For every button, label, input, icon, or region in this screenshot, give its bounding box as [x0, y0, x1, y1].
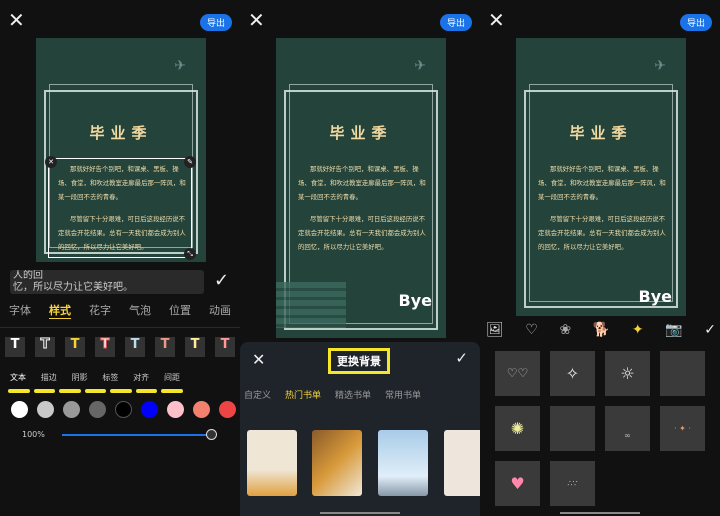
style-preset[interactable]: T: [125, 337, 145, 357]
style-preset[interactable]: T: [215, 337, 235, 357]
opacity-slider-handle[interactable]: [206, 429, 217, 440]
style-preset[interactable]: T: [155, 337, 175, 357]
opacity-slider[interactable]: [62, 434, 212, 436]
color-swatch[interactable]: [141, 401, 158, 418]
background-thumb[interactable]: [312, 430, 362, 496]
sticker-pink-hearts[interactable]: ♥: [495, 461, 540, 506]
sticker-screen: ✕ 导出 ✈ 毕业季 那就好好告个别吧，和课桌、黑板、操场、食堂，和吹过教室走廊…: [480, 0, 720, 516]
background-tabs: 自定义 热门书单 精选书单 常用书单: [244, 388, 421, 401]
resize-icon[interactable]: ⤡: [184, 248, 196, 260]
subtab-align[interactable]: 对齐: [133, 372, 149, 383]
style-preset[interactable]: T: [35, 337, 55, 357]
poster-para1: 那就好好告个别吧，和课桌、黑板、操场、食堂，和吹过教室走廊最后那一阵风，和某一段…: [538, 165, 666, 201]
delete-text-icon[interactable]: ✕: [45, 156, 57, 168]
tab-style[interactable]: 样式: [49, 302, 71, 319]
sticker-blank[interactable]: [660, 351, 705, 396]
sticker-hearts[interactable]: ♡♡: [495, 351, 540, 396]
close-icon[interactable]: ✕: [252, 350, 265, 369]
poster-title: 毕业季: [569, 124, 633, 142]
style-presets: T T T T T T T T: [5, 337, 235, 357]
subtab-text[interactable]: 文本: [10, 372, 26, 383]
sticker-rings[interactable]: ∞: [605, 406, 650, 451]
style-preset[interactable]: T: [95, 337, 115, 357]
text-selection-box[interactable]: [48, 158, 192, 258]
sticker-flare[interactable]: ✧: [550, 351, 595, 396]
subtab-shadow[interactable]: 阴影: [72, 372, 88, 383]
subtab-stroke[interactable]: 描边: [41, 372, 57, 383]
color-swatch[interactable]: [11, 401, 28, 418]
bye-sticker: Bye: [398, 291, 432, 310]
sticker-dots[interactable]: ∴∵: [550, 461, 595, 506]
image-icon[interactable]: 🖼: [486, 322, 504, 338]
bye-sticker: Bye: [638, 287, 672, 306]
sticker-ring[interactable]: ☼: [605, 351, 650, 396]
edit-icon[interactable]: ✎: [184, 156, 196, 168]
tab-animation[interactable]: 动画: [209, 302, 231, 319]
poster-title: 毕业季: [329, 124, 393, 142]
tab-fancy-text[interactable]: 花字: [89, 302, 111, 319]
style-preset[interactable]: T: [65, 337, 85, 357]
text-input[interactable]: 人的回 忆，所以尽力让它美好吧。: [10, 270, 204, 294]
tab-custom[interactable]: 自定义: [244, 388, 271, 401]
heart-icon[interactable]: ♡: [525, 322, 538, 338]
photo-sticker-icon[interactable]: ❀: [560, 322, 572, 338]
subtab-spacing[interactable]: 间距: [164, 372, 180, 383]
poster-para1: 那就好好告个别吧，和课桌、黑板、操场、食堂，和吹过教室走廊最后那一阵风，和某一段…: [298, 165, 426, 201]
style-preset[interactable]: T: [5, 337, 25, 357]
sticker-sparkles[interactable]: ✺: [495, 406, 540, 451]
sticker-grid: ♡♡ ✧ ☼ ✺ ∞ · ✦ · ♥ ∴∵: [495, 351, 705, 506]
export-button[interactable]: 导出: [199, 14, 232, 31]
camera-icon[interactable]: 📷: [665, 322, 682, 338]
highlight-bars: [8, 389, 184, 393]
books-illustration: [276, 282, 346, 328]
style-preset[interactable]: T: [185, 337, 205, 357]
sticker-confetti[interactable]: · ✦ ·: [660, 406, 705, 451]
dog-icon[interactable]: 🐕: [593, 322, 610, 338]
export-button[interactable]: 导出: [439, 14, 472, 31]
opacity-label: 100%: [22, 430, 45, 439]
sparkle-icon[interactable]: ✦: [632, 322, 644, 338]
export-button[interactable]: 导出: [679, 14, 712, 31]
color-swatch[interactable]: [63, 401, 80, 418]
close-icon[interactable]: ✕: [8, 10, 25, 30]
color-swatch[interactable]: [37, 401, 54, 418]
color-swatch[interactable]: [193, 401, 210, 418]
background-sheet: ✕ 更换背景 ✓ 自定义 热门书单 精选书单 常用书单: [240, 342, 480, 516]
style-sub-tabs: 文本 描边 阴影 标签 对齐 间距: [10, 372, 180, 383]
background-thumb[interactable]: [444, 430, 480, 496]
tab-position[interactable]: 位置: [169, 302, 191, 319]
color-swatch[interactable]: [167, 401, 184, 418]
poster-title: 毕业季: [89, 124, 153, 142]
sticker-categories: 🖼 ♡ ❀ 🐕 ✦ 📷 ✓: [486, 322, 716, 338]
background-thumb[interactable]: [378, 430, 428, 496]
color-swatch[interactable]: [115, 401, 132, 418]
poster-para2: 尽管留下十分艰难，可日后这段经历说不定就会开花结果。总有一天我们都会成为别人的回…: [298, 215, 426, 251]
poster-preview[interactable]: ✈ 毕业季 那就好好告个别吧，和课桌、黑板、操场、食堂，和吹过教室走廊最后那一阵…: [36, 38, 206, 262]
close-icon[interactable]: ✕: [488, 10, 505, 30]
color-swatch[interactable]: [219, 401, 236, 418]
tab-font[interactable]: 字体: [9, 302, 31, 319]
subtab-label[interactable]: 标签: [102, 372, 118, 383]
tab-common[interactable]: 常用书单: [385, 388, 421, 401]
confirm-check-icon[interactable]: ✓: [214, 270, 229, 291]
poster-preview[interactable]: ✈ 毕业季 那就好好告个别吧，和课桌、黑板、操场、食堂，和吹过教室走廊最后那一阵…: [276, 38, 446, 338]
background-screen: ✕ 导出 ✈ 毕业季 那就好好告个别吧，和课桌、黑板、操场、食堂，和吹过教室走廊…: [240, 0, 480, 516]
text-editor-screen: ✕ 导出 ✈ 毕业季 那就好好告个别吧，和课桌、黑板、操场、食堂，和吹过教室走廊…: [0, 0, 240, 516]
tab-selected[interactable]: 精选书单: [335, 388, 371, 401]
sheet-title: 更换背景: [328, 348, 390, 374]
color-swatch[interactable]: [89, 401, 106, 418]
confirm-check-icon[interactable]: ✓: [455, 349, 468, 367]
tab-hot[interactable]: 热门书单: [285, 388, 321, 401]
editor-tabs: 字体 样式 花字 气泡 位置 动画: [0, 302, 240, 319]
background-thumb[interactable]: [247, 430, 297, 496]
poster-preview[interactable]: ✈ 毕业季 那就好好告个别吧，和课桌、黑板、操场、食堂，和吹过教室走廊最后那一阵…: [516, 38, 686, 316]
close-icon[interactable]: ✕: [248, 10, 265, 30]
sticker-blank[interactable]: [550, 406, 595, 451]
color-swatches: [11, 401, 240, 418]
confirm-check-icon[interactable]: ✓: [704, 322, 716, 338]
tab-bubble[interactable]: 气泡: [129, 302, 151, 319]
poster-para2: 尽管留下十分艰难，可日后这段经历说不定就会开花结果。总有一天我们都会成为别人的回…: [538, 215, 666, 251]
